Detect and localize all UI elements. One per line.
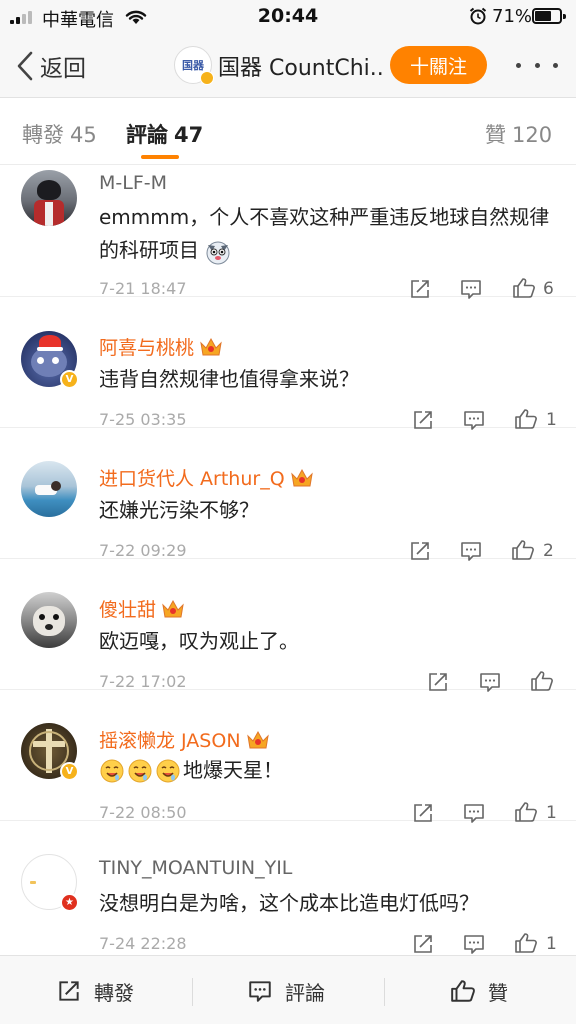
comment-icon (249, 981, 271, 1002)
battery-icon (532, 8, 566, 24)
tab-reposts-count: 45 (70, 123, 97, 147)
drooling-emoji-icon (100, 759, 124, 782)
comment-text: 没想明白是为啥，这个成本比造电灯低吗？ (99, 891, 479, 915)
share-icon (59, 981, 79, 1001)
bottom-action-bar: 轉發 評論 贊 (0, 955, 576, 1024)
comment-text: 违背自然规律也值得拿来说？ (99, 367, 359, 391)
tab-likes[interactable]: 贊 120 (485, 119, 552, 149)
comment-item: ★ TINY_MOANTUIN_YIL 没想明白是为啥，这个成本比造电灯低吗？ … (0, 821, 576, 954)
vip-crown-icon (246, 730, 269, 748)
commenter-name-text: 进口货代人 Arthur_Q (99, 468, 285, 490)
like-count: 2 (543, 541, 554, 561)
avatar[interactable]: V (21, 331, 79, 389)
cellular-signal-icon (10, 11, 36, 24)
verified-badge-icon (200, 71, 214, 85)
avatar[interactable] (21, 170, 77, 226)
comment-text: 地爆天星！ (99, 754, 559, 787)
vip-crown-icon (162, 599, 184, 617)
more-options-icon[interactable] (516, 50, 558, 80)
account-avatar[interactable]: 国器 (174, 46, 214, 85)
comment-text: 还嫌光污染不够？ (99, 498, 259, 522)
active-tab-indicator (141, 155, 179, 159)
tab-reposts[interactable]: 轉發 45 (22, 119, 97, 149)
navigation-bar: 返回 国器 国器 CountChi... 十關注 (0, 34, 576, 98)
tab-comments-label: 評論 (126, 123, 168, 147)
like-count: 6 (543, 279, 554, 299)
comment-item: 进口货代人 Arthur_Q 还嫌光污染不够？ 7-22 09:29 2 (0, 428, 576, 561)
drooling-emoji-icon (156, 759, 180, 782)
commenter-name[interactable]: 进口货代人 Arthur_Q (99, 464, 314, 491)
vip-crown-icon (290, 468, 313, 486)
vip-crown-icon (200, 337, 222, 355)
commenter-name[interactable]: 阿喜与桃桃 (99, 333, 223, 360)
tab-comments-count: 47 (174, 123, 204, 147)
comment-item: M-LF-M emmmm，个人不喜欢这种严重违反地球自然规律的科研项目 7-21… (0, 166, 576, 299)
comment-text: emmmm，个人不喜欢这种严重违反地球自然规律的科研项目 (99, 201, 559, 267)
like-button[interactable]: 贊 (450, 974, 508, 1008)
comment-item: V 摇滚懒龙 JASON 地爆天星！ 7-22 08:50 1 (0, 690, 576, 823)
wifi-icon (125, 10, 147, 24)
carrier-name: 中華電信 (42, 10, 114, 31)
verified-badge-icon: V (60, 762, 79, 781)
comment-text-content: 地爆天星！ (183, 758, 283, 782)
repost-button[interactable]: 轉發 (56, 974, 134, 1008)
comment-timestamp: 7-22 09:29 (99, 541, 187, 560)
reply-icon[interactable] (462, 932, 486, 954)
tab-likes-count: 120 (512, 123, 553, 147)
comment-list[interactable]: M-LF-M emmmm，个人不喜欢这种严重违反地球自然规律的科研项目 7-21… (0, 166, 576, 954)
divider (192, 978, 193, 1006)
comment-text: 欧迈嘎，叹为观止了。 (99, 629, 299, 653)
like-icon[interactable] (514, 931, 538, 954)
avatar[interactable]: ★ (21, 854, 79, 912)
like-icon (451, 980, 475, 1002)
like-count: 1 (546, 934, 557, 954)
verified-badge-icon: V (60, 370, 79, 389)
back-button[interactable]: 返回 (14, 48, 86, 84)
divider (384, 978, 385, 1006)
follow-button[interactable]: 十關注 (390, 46, 487, 84)
commenter-name-text: 阿喜与桃桃 (99, 337, 195, 359)
alarm-clock-icon (469, 7, 487, 25)
avatar[interactable] (21, 592, 77, 648)
back-label: 返回 (40, 56, 86, 82)
commenter-name[interactable]: TINY_MOANTUIN_YIL (99, 857, 292, 879)
status-bar: 中華電信 20:44 71% (0, 0, 576, 34)
comment-label: 評論 (285, 980, 325, 1005)
commenter-name[interactable]: M-LF-M (99, 172, 167, 194)
like-label: 贊 (488, 980, 508, 1005)
husky-emoji-icon (206, 241, 230, 264)
tab-comments[interactable]: 評論 47 (126, 119, 203, 149)
avatar[interactable]: V (21, 723, 79, 781)
red-verified-badge-icon: ★ (60, 893, 79, 912)
commenter-name-text: 傻壮甜 (99, 599, 157, 621)
comment-timestamp: 7-21 18:47 (99, 279, 187, 298)
repost-label: 轉發 (94, 980, 134, 1005)
share-icon[interactable] (411, 932, 435, 954)
account-title[interactable]: 国器 CountChi... (218, 50, 386, 82)
tab-likes-label: 贊 (485, 123, 506, 147)
comment-item: V 阿喜与桃桃 违背自然规律也值得拿来说？ 7-25 03:35 1 (0, 297, 576, 430)
commenter-name[interactable]: 摇滚懒龙 JASON (99, 726, 270, 753)
post-tabs: 轉發 45 評論 47 贊 120 (0, 99, 576, 165)
comment-timestamp: 7-22 08:50 (99, 803, 187, 822)
comment-item: 傻壮甜 欧迈嘎，叹为观止了。 7-22 17:02 (0, 559, 576, 692)
comment-text-content: emmmm，个人不喜欢这种严重违反地球自然规律的科研项目 (99, 205, 550, 262)
avatar[interactable] (21, 461, 77, 517)
comment-timestamp: 7-25 03:35 (99, 410, 187, 429)
drooling-emoji-icon (128, 759, 152, 782)
commenter-name[interactable]: 傻壮甜 (99, 595, 185, 622)
tab-reposts-label: 轉發 (22, 123, 64, 147)
like-count: 1 (546, 803, 557, 823)
chevron-left-icon (17, 51, 33, 81)
commenter-name-text: 摇滚懒龙 JASON (99, 730, 241, 752)
like-count: 1 (546, 410, 557, 430)
comment-timestamp: 7-24 22:28 (99, 934, 187, 953)
battery-level (535, 11, 552, 21)
comment-button[interactable]: 評論 (247, 974, 325, 1008)
comment-timestamp: 7-22 17:02 (99, 672, 187, 691)
battery-percentage: 71% (492, 6, 533, 27)
